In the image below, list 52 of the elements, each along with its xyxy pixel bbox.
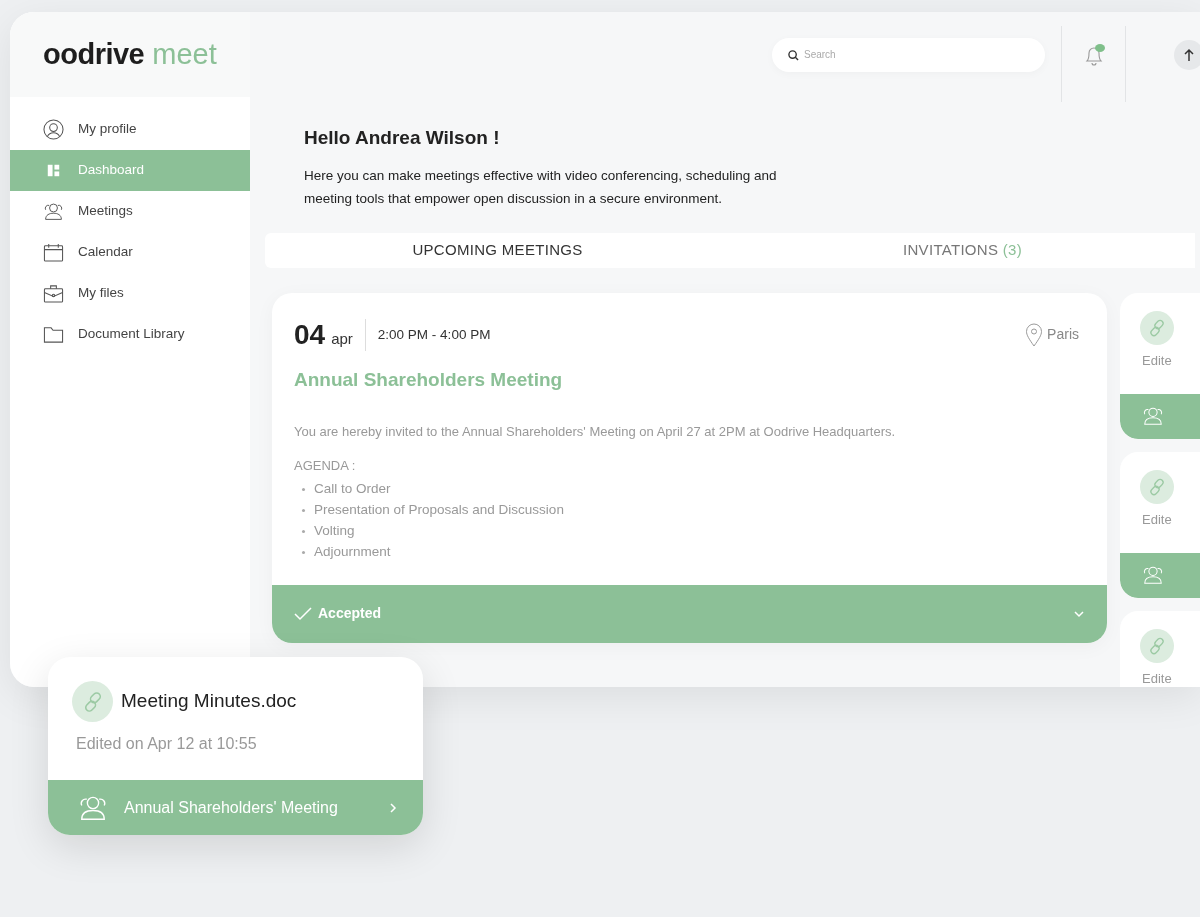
meeting-description: You are hereby invited to the Annual Shareholders' Meeting on April 27 at 2PM at Oodrive Headquarters. [294,422,897,441]
sidebar-item[interactable]: My profile [10,109,250,150]
edited-date: Edited on Apr 12 at 10:55 [75,734,258,754]
file-name: Meeting Minutes.doc [121,689,297,714]
meeting-location: Paris [1047,325,1079,345]
arrow-up-icon [1184,47,1194,62]
meeting-title: Annual Shareholders Meeting [294,368,564,392]
agenda-item: Volting [314,521,355,540]
tab[interactable]: UPCOMING MEETINGS [265,232,730,268]
edited-date: Edite [1141,351,1173,370]
bullet-dot [302,508,305,512]
people-icon [1142,405,1164,428]
link-icon [1140,469,1174,504]
edited-date: Edite [1141,510,1173,529]
agenda-item: Presentation of Proposals and Discussion [314,500,564,519]
meeting-time: 2:00 PM - 4:00 PM [377,325,491,344]
bullet-dot [302,529,305,533]
people-icon [43,201,64,222]
meeting-link[interactable] [1120,552,1200,598]
location-pin-icon [1025,322,1044,347]
search-icon [788,49,799,61]
link-icon [72,681,113,722]
profile-icon [43,119,64,140]
check-icon [294,606,312,621]
sidebar-item[interactable]: My files [10,273,250,314]
link-icon [1140,310,1174,345]
sidebar-item[interactable]: Meetings [10,191,250,232]
bullet-dot [302,487,305,491]
briefcase-icon [43,283,64,304]
edited-date: Edite [1141,669,1173,687]
search-field[interactable]: Search [772,37,1045,72]
meeting-day: 04 [294,320,326,349]
agenda-item: Call to Order [314,479,391,498]
agenda-item: Adjournment [314,542,391,561]
sidebar-item[interactable]: Document Library [10,314,250,355]
link-icon [1140,628,1174,663]
meeting-month: apr [331,329,353,350]
greeting-title: Hello Andrea Wilson ! [304,127,501,150]
greeting-text: Here you can make meetings effective with video conferencing, scheduling and meeting tools that empower open discussion in a secure environment. [304,166,778,208]
chevron-down-icon [1073,609,1085,618]
meeting-link[interactable] [1120,393,1200,439]
chevron-right-icon [389,801,397,814]
logo-text: oodrive [43,36,145,72]
folder-icon [43,324,64,345]
sidebar-item[interactable]: Calendar [10,232,250,273]
tab[interactable]: INVITATIONS (3) [730,232,1195,268]
bullet-dot [302,550,305,554]
calendar-icon [43,242,64,263]
agenda-label: AGENDA : [294,457,357,476]
people-icon [1142,564,1164,587]
scroll-up-button[interactable] [1174,39,1200,70]
product-name: meet [152,36,217,72]
